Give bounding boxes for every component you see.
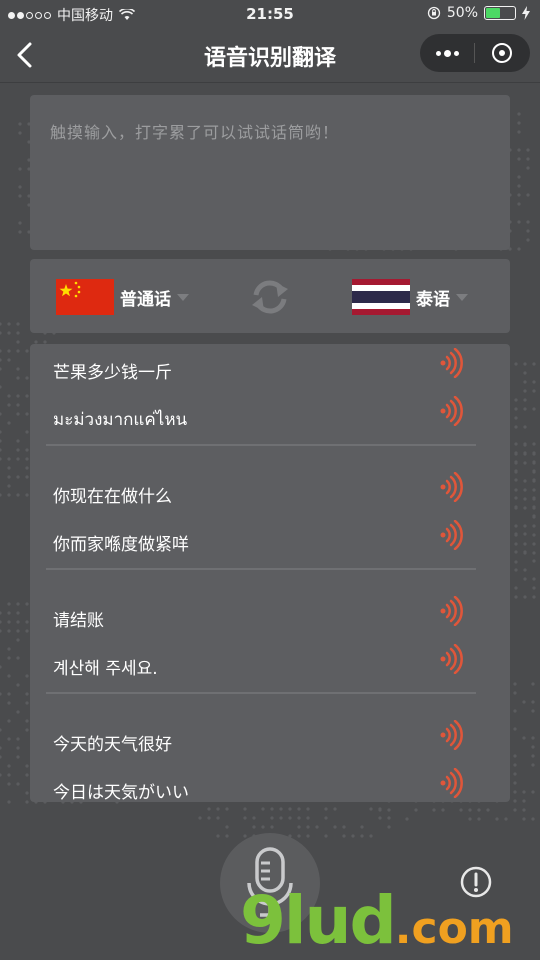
dropdown-caret-icon [456, 293, 468, 301]
charging-icon [522, 6, 530, 20]
mini-program-capsule [420, 34, 530, 72]
china-flag-icon [56, 279, 114, 315]
target-close-icon [492, 43, 512, 63]
translated-text: 今日は天気がいい [53, 783, 189, 802]
list-item[interactable]: 你现在在做什么 [30, 468, 510, 516]
site-watermark: 9lud.com [240, 882, 514, 959]
list-item[interactable]: 芒果多少钱一斤 [30, 344, 510, 392]
watermark-main: 9lud [240, 882, 397, 959]
speaker-icon[interactable] [438, 720, 464, 750]
speaker-icon[interactable] [438, 768, 464, 798]
list-item[interactable]: 今天的天气很好 [30, 716, 510, 764]
list-item[interactable]: มะม่วงมากแค่ไหน [30, 392, 510, 440]
speaker-icon[interactable] [438, 348, 464, 378]
text-input-area[interactable]: 触摸输入，打字累了可以试试话筒哟！ [30, 95, 510, 250]
source-text: 请结账 [53, 611, 104, 631]
source-text: 今天的天气很好 [53, 735, 172, 755]
list-item[interactable]: 今日は天気がいい [30, 764, 510, 802]
orientation-lock-icon [427, 6, 441, 20]
speaker-icon[interactable] [438, 396, 464, 426]
list-item[interactable]: 계산해 주세요. [30, 640, 510, 688]
thailand-flag-icon [352, 279, 410, 315]
close-mini-program-button[interactable] [475, 34, 529, 72]
language-selector-bar: 普通话 泰语 [30, 259, 510, 333]
source-text: 你现在在做什么 [53, 487, 172, 507]
speaker-icon[interactable] [438, 520, 464, 550]
list-item[interactable]: 你而家喺度做紧咩 [30, 516, 510, 564]
speaker-icon[interactable] [438, 596, 464, 626]
translated-text: มะม่วงมากแค่ไหน [53, 410, 188, 430]
speaker-icon[interactable] [438, 644, 464, 674]
speaker-icon[interactable] [438, 472, 464, 502]
status-bar-right: 50% [427, 5, 530, 21]
group-divider [46, 692, 476, 694]
swap-languages-button[interactable] [248, 275, 292, 319]
battery-percent: 50% [446, 5, 478, 21]
more-icon [435, 50, 441, 56]
more-options-button[interactable] [420, 34, 474, 72]
translation-history-list: 芒果多少钱一斤 มะม่วงมากแค่ไหน 你现在在做什么 你而家喺度做紧咩 [30, 344, 510, 802]
translated-text: 계산해 주세요. [53, 659, 158, 679]
battery-level [486, 8, 500, 18]
dropdown-caret-icon [177, 293, 189, 301]
source-language-label: 普通话 [120, 289, 171, 310]
watermark-suffix: .com [394, 903, 514, 954]
app-screen: 中国移动 21:55 50% 语音识别翻译 触摸输入，打字累了可以试试话筒哟！ … [0, 0, 540, 960]
battery-icon [484, 6, 516, 20]
navigation-bar: 语音识别翻译 [0, 28, 540, 83]
source-text: 芒果多少钱一斤 [53, 363, 172, 383]
translated-text: 你而家喺度做紧咩 [53, 535, 189, 555]
target-language-selector[interactable]: 泰语 [352, 279, 468, 315]
group-divider [46, 444, 476, 446]
status-bar: 中国移动 21:55 50% [0, 0, 540, 28]
target-language-label: 泰语 [416, 289, 450, 310]
source-language-selector[interactable]: 普通话 [56, 279, 189, 315]
group-divider [46, 568, 476, 570]
input-placeholder: 触摸输入，打字累了可以试试话筒哟！ [50, 123, 340, 142]
list-item[interactable]: 请结账 [30, 592, 510, 640]
